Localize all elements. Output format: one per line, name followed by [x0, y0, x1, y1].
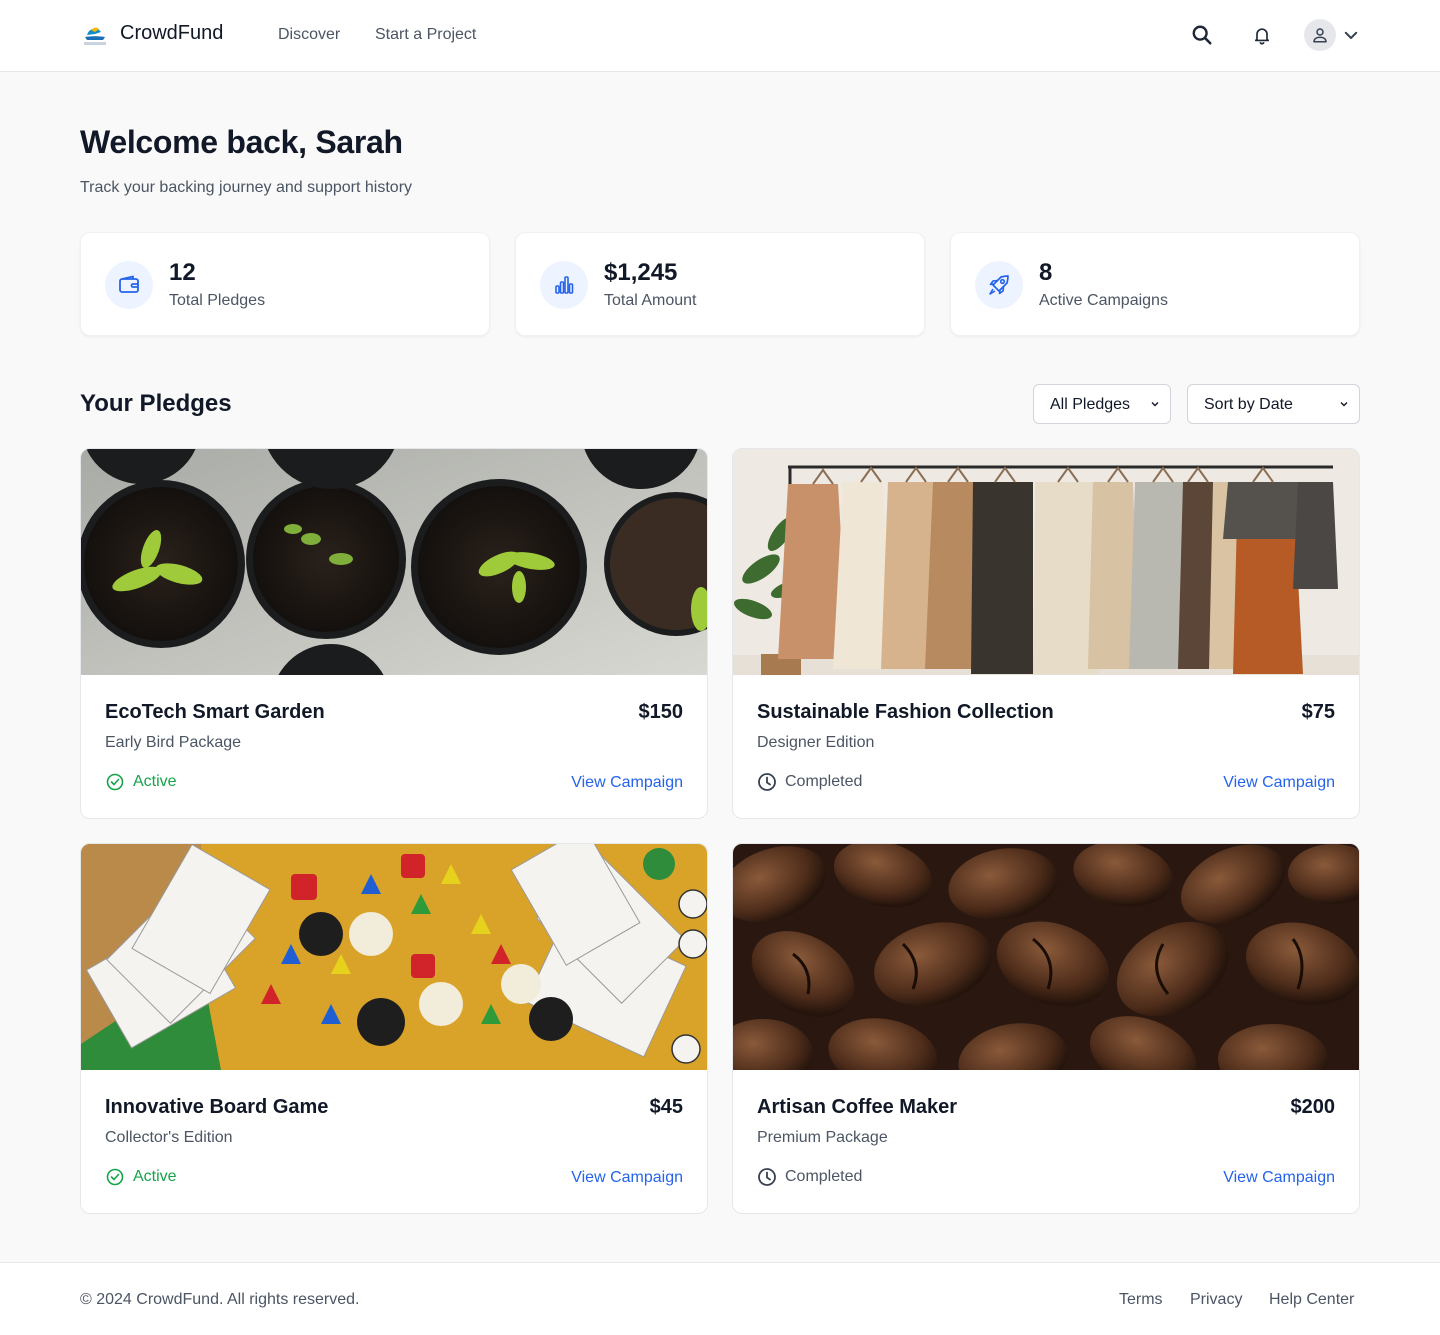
- footer: © 2024 CrowdFund. All rights reserved. T…: [0, 1262, 1440, 1335]
- chevron-down-icon: [1340, 402, 1348, 407]
- reward-tier: Designer Edition: [757, 734, 875, 751]
- status-badge: Completed: [757, 772, 862, 792]
- reward-tier: Collector's Edition: [105, 1129, 233, 1146]
- status-label: Completed: [785, 1168, 863, 1185]
- stat-value: 8: [1039, 259, 1053, 286]
- campaign-image-board-game: [81, 844, 707, 1070]
- nav-start-project-link[interactable]: Start a Project: [375, 26, 476, 44]
- bar-chart-icon: [540, 261, 588, 309]
- campaign-image-seedlings: [81, 449, 707, 675]
- pledge-filter-select[interactable]: All Pledges: [1033, 384, 1171, 424]
- notifications-button[interactable]: [1247, 20, 1277, 50]
- section-title: Your Pledges: [80, 390, 232, 417]
- check-circle-icon: [106, 773, 124, 791]
- stat-label: Active Campaigns: [1039, 292, 1168, 309]
- wallet-icon: [105, 261, 153, 309]
- select-value: Sort by Date: [1204, 396, 1293, 413]
- pledge-amount: $200: [1290, 1096, 1336, 1118]
- stat-card-total-pledges: 12 Total Pledges: [80, 232, 490, 336]
- clock-icon: [758, 773, 776, 791]
- reward-tier: Early Bird Package: [105, 734, 242, 751]
- status-badge: Active: [105, 772, 177, 792]
- copyright-text: © 2024 CrowdFund. All rights reserved.: [80, 1291, 360, 1308]
- campaign-title: Artisan Coffee Maker: [757, 1096, 958, 1118]
- rocket-icon: [975, 261, 1023, 309]
- user-avatar-button[interactable]: [1304, 19, 1336, 51]
- view-campaign-link[interactable]: View Campaign: [571, 1169, 683, 1187]
- campaign-image-clothes: [733, 449, 1359, 675]
- stat-value: 12: [169, 259, 196, 286]
- view-campaign-link[interactable]: View Campaign: [1223, 1169, 1335, 1187]
- bell-icon: [1254, 28, 1270, 45]
- top-navigation-bar: CrowdFund Discover Start a Project: [0, 0, 1440, 72]
- crowdfund-logo-icon[interactable]: [81, 24, 109, 48]
- status-badge: Active: [105, 1167, 177, 1187]
- pledge-card: Sustainable Fashion Collection $75 Desig…: [732, 448, 1360, 819]
- reward-tier: Premium Package: [757, 1129, 888, 1146]
- check-circle-icon: [106, 1168, 124, 1186]
- campaign-image-coffee-beans: [733, 844, 1359, 1070]
- campaign-title: Sustainable Fashion Collection: [757, 701, 1054, 723]
- footer-terms-link[interactable]: Terms: [1119, 1291, 1163, 1309]
- page-subtitle: Track your backing journey and support h…: [80, 179, 413, 196]
- pledge-amount: $75: [1301, 701, 1335, 723]
- account-menu-toggle[interactable]: [1342, 26, 1360, 44]
- status-label: Active: [133, 773, 177, 790]
- status-label: Completed: [785, 773, 863, 790]
- status-badge: Completed: [757, 1167, 862, 1187]
- stat-card-active-campaigns: 8 Active Campaigns: [950, 232, 1360, 336]
- view-campaign-link[interactable]: View Campaign: [1223, 774, 1335, 792]
- stat-label: Total Amount: [604, 292, 697, 309]
- footer-privacy-link[interactable]: Privacy: [1190, 1291, 1242, 1309]
- chevron-down-icon: [1344, 31, 1358, 39]
- pledge-card: Artisan Coffee Maker $200 Premium Packag…: [732, 843, 1360, 1214]
- page-title: Welcome back, Sarah: [80, 124, 403, 160]
- footer-help-center-link[interactable]: Help Center: [1269, 1291, 1354, 1309]
- status-label: Active: [133, 1168, 177, 1185]
- brand-name[interactable]: CrowdFund: [120, 22, 223, 45]
- pledge-card: Innovative Board Game $45 Collector's Ed…: [80, 843, 708, 1214]
- search-button[interactable]: [1187, 20, 1217, 50]
- view-campaign-link[interactable]: View Campaign: [571, 774, 683, 792]
- chevron-down-icon: [1151, 402, 1159, 407]
- clock-icon: [758, 1168, 776, 1186]
- stat-label: Total Pledges: [169, 292, 266, 309]
- stat-card-total-amount: $1,245 Total Amount: [515, 232, 925, 336]
- pledge-card: EcoTech Smart Garden $150 Early Bird Pac…: [80, 448, 708, 819]
- pledge-amount: $150: [638, 701, 684, 723]
- stat-value: $1,245: [604, 259, 678, 286]
- pledge-sort-select[interactable]: Sort by Date: [1187, 384, 1360, 424]
- campaign-title: EcoTech Smart Garden: [105, 701, 325, 723]
- search-icon: [1192, 25, 1212, 45]
- campaign-title: Innovative Board Game: [105, 1096, 329, 1118]
- select-value: All Pledges: [1050, 396, 1131, 413]
- pledge-amount: $45: [649, 1096, 683, 1118]
- nav-discover-link[interactable]: Discover: [278, 26, 340, 44]
- user-icon: [1313, 28, 1327, 43]
